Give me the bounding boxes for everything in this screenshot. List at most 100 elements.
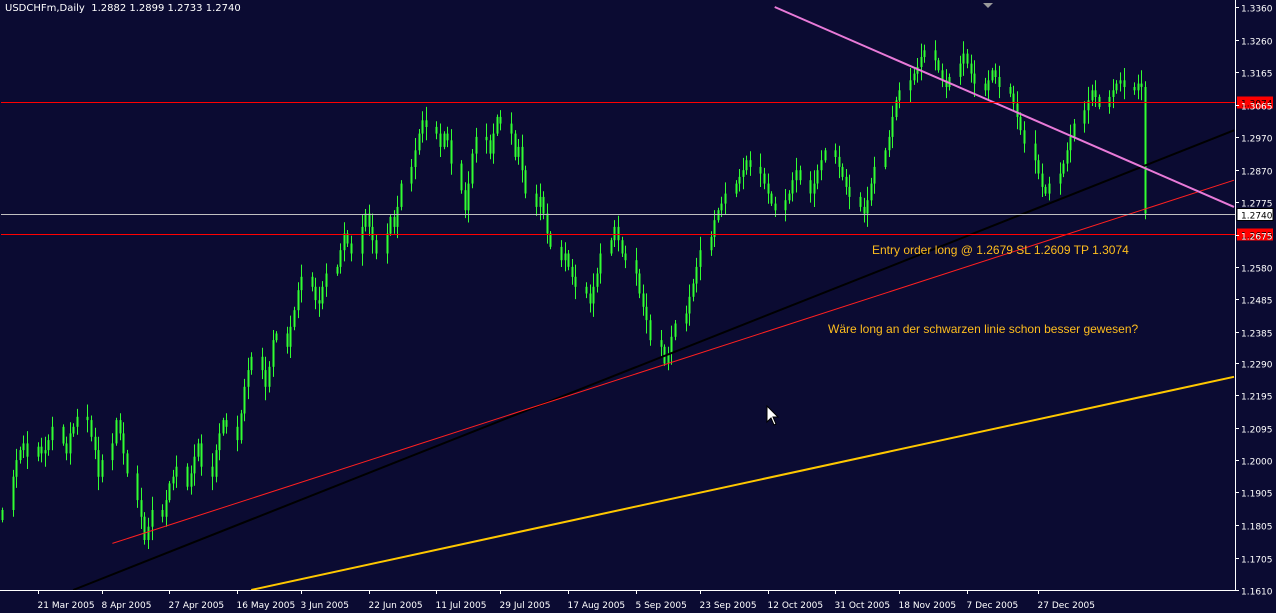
- candle-body: [247, 370, 250, 387]
- y-tick-label: 1.2290: [1241, 361, 1273, 371]
- candle-body: [186, 466, 189, 487]
- candle-body: [1133, 87, 1136, 91]
- candle-body: [937, 60, 940, 71]
- candle-body: [435, 126, 438, 134]
- candle-body: [492, 133, 495, 154]
- candle-body: [1016, 103, 1019, 117]
- candle-body: [215, 450, 218, 477]
- candle-body: [574, 276, 577, 287]
- candle-body: [12, 476, 15, 510]
- candle-body: [343, 233, 346, 251]
- candle-body: [418, 133, 421, 151]
- candle-body: [364, 213, 367, 227]
- y-tick-label: 1.1705: [1241, 556, 1273, 566]
- candle-body: [1087, 100, 1090, 111]
- candle-body: [325, 273, 328, 287]
- candle-body: [62, 426, 65, 444]
- candle-body: [218, 433, 221, 451]
- candle-body: [361, 226, 364, 254]
- candle-body: [389, 216, 392, 234]
- candle-body: [542, 196, 545, 214]
- candle-body: [610, 240, 613, 254]
- candle-body: [546, 213, 549, 234]
- x-tick-label: 3 Jun 2005: [301, 601, 349, 611]
- candle-body: [143, 516, 146, 540]
- candle-body: [799, 170, 802, 181]
- candle-body: [311, 276, 314, 287]
- candle-body: [909, 80, 912, 91]
- candle-body: [1073, 123, 1076, 137]
- candle-body: [443, 133, 446, 147]
- price-axis[interactable]: 1.3360 1.3260 1.3165 1.3065 1.2970 1.2870 1.27…: [1235, 5, 1273, 598]
- candle-body: [1044, 186, 1047, 194]
- candle-body: [76, 416, 79, 427]
- candle-body: [460, 163, 463, 191]
- candle-body: [1112, 90, 1115, 97]
- candle-body: [193, 456, 196, 474]
- y-tick-label: 1.2000: [1241, 458, 1273, 468]
- candle-body: [368, 213, 371, 227]
- y-tick-label: 1.2675: [1241, 233, 1273, 243]
- candle-body: [845, 176, 848, 187]
- candle-body: [745, 160, 748, 171]
- candle-body: [297, 290, 300, 311]
- candle-body: [19, 450, 22, 461]
- y-tick-label: 1.1805: [1241, 523, 1273, 533]
- entry-order-annotation: Entry order long @ 1.2679 SL 1.2609 TP 1…: [872, 243, 1129, 257]
- candle-body: [913, 73, 916, 81]
- candle-body: [111, 443, 114, 461]
- y-tick-label: 1.3360: [1241, 5, 1273, 15]
- candle-body: [585, 286, 588, 294]
- candle-body: [289, 326, 292, 347]
- candle-body: [973, 73, 976, 84]
- candle-body: [410, 166, 413, 184]
- candle-body: [596, 273, 599, 287]
- candle-body: [813, 183, 816, 194]
- x-tick-label: 5 Sep 2005: [636, 601, 687, 611]
- candle-body: [870, 183, 873, 201]
- candle-body: [286, 333, 289, 347]
- candle-body: [621, 240, 624, 254]
- candle-body: [126, 453, 129, 474]
- candle-body: [439, 133, 442, 147]
- candle-body: [774, 203, 777, 211]
- candle-body: [866, 200, 869, 214]
- plot-area: [1, 1, 1235, 590]
- candle-body: [720, 203, 723, 211]
- candle-body: [1094, 90, 1097, 97]
- candle-body: [393, 216, 396, 227]
- candle-body: [400, 183, 403, 207]
- x-tick-label: 27 Apr 2005: [169, 601, 225, 611]
- candle-body: [841, 166, 844, 177]
- candle-body: [738, 176, 741, 184]
- x-tick-label: 21 Mar 2005: [38, 601, 95, 611]
- candle-body: [934, 50, 937, 61]
- time-axis[interactable]: 21 Mar 2005 8 Apr 2005 27 Apr 2005 16 May 2…: [38, 590, 1096, 611]
- x-tick-label: 31 Oct 2005: [835, 601, 891, 611]
- x-tick-label: 8 Apr 2005: [102, 601, 152, 611]
- price-chart[interactable]: 1.30741.26791.2740 1.33601.32601.31651.3…: [0, 0, 1276, 613]
- x-tick-label: 18 Nov 2005: [899, 601, 957, 611]
- candle-body: [923, 50, 926, 57]
- candle-body: [710, 236, 713, 251]
- candle-body: [987, 80, 990, 91]
- candle-body: [72, 426, 75, 434]
- y-tick-label: 1.3165: [1241, 70, 1273, 80]
- candle-body: [471, 153, 474, 184]
- candle-body: [386, 233, 389, 254]
- candle-body: [350, 243, 353, 254]
- candle-body: [571, 266, 574, 277]
- candle-body: [1048, 183, 1051, 194]
- candle-body: [970, 63, 973, 74]
- candle-body: [1062, 163, 1065, 174]
- candle-body: [891, 116, 894, 137]
- candle-body: [22, 443, 25, 451]
- candle-body: [151, 510, 154, 527]
- candle-body: [638, 273, 641, 294]
- x-tick-label: 17 Aug 2005: [568, 601, 626, 611]
- candle-body: [190, 473, 193, 487]
- candle-body: [65, 443, 68, 454]
- x-tick-label: 7 Dec 2005: [967, 601, 1019, 611]
- current-price-line-label: 1.2740: [1241, 212, 1273, 222]
- candle-body: [884, 150, 887, 167]
